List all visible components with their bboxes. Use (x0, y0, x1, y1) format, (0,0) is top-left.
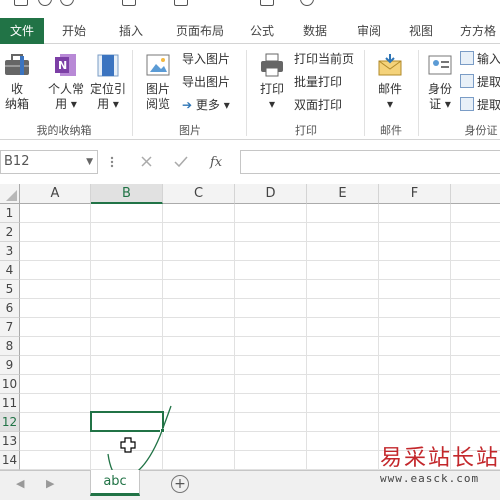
group-separator (132, 50, 133, 136)
move-cursor-icon (120, 437, 136, 453)
title-bar (0, 0, 500, 18)
formula-bar-area: B12 ▼ fx (0, 140, 500, 184)
locate-reference-button[interactable]: 定位引 用 ▾ (88, 52, 128, 112)
batch-print-button[interactable]: 批量打印 (294, 73, 342, 91)
onenote-icon: N (55, 54, 76, 76)
add-sheet-icon[interactable]: + (171, 475, 189, 493)
help-icon[interactable] (300, 0, 314, 6)
tab-home[interactable]: 开始 (50, 18, 98, 44)
watermark-url: www.easck.com (380, 472, 480, 485)
input-id-icon (460, 51, 474, 65)
id-card-icon (428, 55, 452, 75)
name-box[interactable]: B12 ▼ (0, 150, 98, 174)
id-card-button[interactable]: 身份 证 ▾ (424, 52, 456, 112)
window-icon[interactable] (260, 0, 274, 6)
import-image-button[interactable]: 导入图片 (182, 50, 230, 68)
export-image-button[interactable]: 导出图片 (182, 73, 230, 91)
ribbon-tabs: 文件 开始 插入 页面布局 公式 数据 审阅 视图 方方格 (0, 18, 500, 44)
enter-icon[interactable] (174, 156, 188, 168)
group-label-idcard: 身份证 (464, 124, 498, 137)
svg-text:N: N (58, 59, 67, 72)
locate-icon (97, 54, 119, 77)
image-browse-button[interactable]: 图片 阅览 (140, 52, 176, 112)
insert-function-icon[interactable]: fx (209, 155, 223, 170)
mail-button[interactable]: 邮件 ▾ (372, 52, 408, 112)
svg-text:fx: fx (209, 155, 223, 170)
worksheet-grid: A B C D E F 1 2 3 4 5 6 7 8 9 10 11 12 13 14 (0, 184, 500, 470)
more-button[interactable]: ➔ 更多 ▾ (182, 96, 230, 114)
save-icon[interactable] (14, 0, 28, 6)
tab-page-layout[interactable]: 页面布局 (164, 18, 236, 44)
group-label-print: 打印 (295, 124, 317, 137)
tab-view[interactable]: 视图 (398, 18, 444, 44)
pen-annotation (107, 405, 172, 470)
quick-access-icon[interactable] (122, 0, 136, 6)
arrow-right-icon: ➔ (182, 98, 193, 112)
tab-data[interactable]: 数据 (292, 18, 338, 44)
tab-review[interactable]: 审阅 (346, 18, 392, 44)
group-separator (246, 50, 247, 136)
extract-birth-button[interactable]: 提取出 (460, 96, 500, 114)
quick-access-icon-2[interactable] (174, 0, 188, 6)
ribbon: 收 纳箱 N 个人常 用 ▾ 定位引 用 ▾ 我的收纳箱 图片 阅览 导入图片 (0, 44, 500, 140)
group-separator (418, 50, 419, 136)
sheet-tab-abc[interactable]: abc (90, 470, 140, 496)
extract-birth-icon (460, 97, 474, 111)
mail-icon (378, 54, 402, 76)
printer-icon (261, 53, 283, 77)
tab-fangfangge[interactable]: 方方格 (452, 18, 500, 44)
scroll-right-icon[interactable]: ▶ (46, 477, 54, 490)
cancel-icon[interactable] (141, 156, 152, 167)
tab-file[interactable]: 文件 (0, 18, 44, 44)
storage-box-button[interactable]: 收 纳箱 (2, 52, 32, 112)
chevron-down-icon[interactable]: ▼ (86, 151, 93, 173)
print-current-page-button[interactable]: 打印当前页 (294, 50, 354, 68)
redo-icon[interactable] (60, 0, 74, 6)
watermark: 易采站长站 www.easck.com (380, 440, 500, 500)
print-button[interactable]: 打印 ▾ (254, 52, 290, 112)
scroll-left-icon[interactable]: ◀ (16, 477, 24, 490)
watermark-text: 易采站长站 (380, 446, 500, 471)
tab-formulas[interactable]: 公式 (242, 18, 282, 44)
formula-controls: fx (104, 150, 238, 174)
undo-icon[interactable] (38, 0, 52, 6)
formula-input[interactable] (240, 150, 500, 174)
duplex-print-button[interactable]: 双面打印 (294, 96, 342, 114)
extract-gender-button[interactable]: 提取性 (460, 73, 500, 91)
tab-insert[interactable]: 插入 (106, 18, 156, 44)
extract-gender-icon (460, 74, 474, 88)
picture-icon (146, 54, 170, 76)
group-separator (364, 50, 365, 136)
toolbox-icon (5, 54, 29, 75)
input-id-button[interactable]: 输入身 (460, 50, 500, 68)
group-label-mail: 邮件 (380, 124, 402, 137)
group-label-storage: 我的收纳箱 (36, 124, 92, 137)
group-label-image: 图片 (179, 124, 201, 137)
personal-common-button[interactable]: N 个人常 用 ▾ (44, 52, 88, 112)
